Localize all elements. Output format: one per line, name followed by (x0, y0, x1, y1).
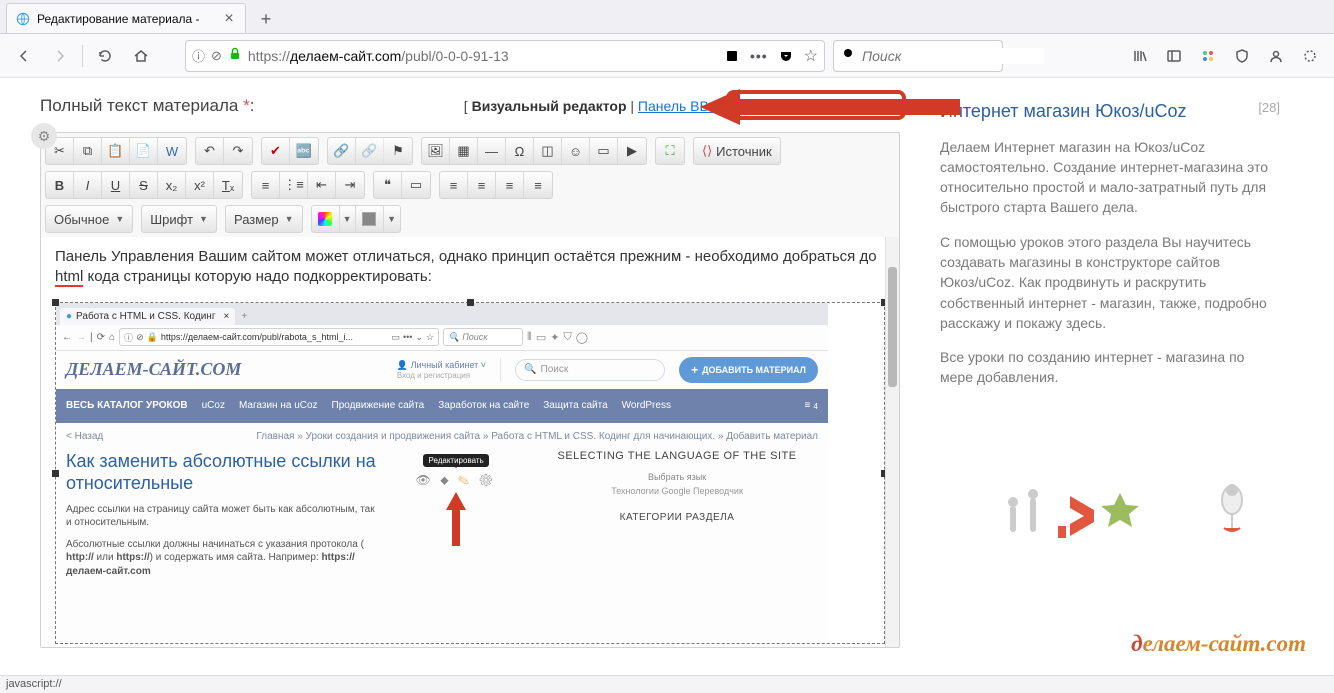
decorative-graphics (940, 418, 1280, 538)
sidebar-icon[interactable] (1158, 40, 1190, 72)
align-justify-icon[interactable]: ≡ (524, 172, 552, 198)
rich-text-editor: ⚙ ✂⧉📋📄W ↶↷ ✔🔤 🔗🔗⚑ 🖼▦—Ω◫☺▭▶ ⛶ ⟨⟩Источник … (40, 132, 900, 648)
size-select[interactable]: Размер▼ (225, 205, 303, 233)
bold-icon[interactable]: B (46, 172, 74, 198)
specialchar-icon[interactable]: Ω (506, 138, 534, 164)
div-icon[interactable]: ▭ (402, 172, 430, 198)
bg-color-caret[interactable]: ▼ (384, 206, 400, 232)
back-button[interactable] (8, 40, 40, 72)
browser-tab-strip: Редактирование материала - × + (0, 0, 1334, 34)
format-select[interactable]: Обычное▼ (45, 205, 133, 233)
smiley-icon[interactable]: ☺ (562, 138, 590, 164)
editor-body[interactable]: Панель Управления Вашим сайтом может отл… (41, 237, 899, 647)
spoiler-icon[interactable]: ▭ (590, 138, 618, 164)
url-text: https://делаем-сайт.com/publ/0-0-0-91-13 (248, 48, 714, 64)
align-right-icon[interactable]: ≡ (496, 172, 524, 198)
copy-icon[interactable]: ⧉ (74, 138, 102, 164)
bookmark-star-icon[interactable]: ☆ (804, 46, 818, 66)
extension-icon-1[interactable] (1192, 40, 1224, 72)
italic-icon[interactable]: I (74, 172, 102, 198)
search-input[interactable] (862, 48, 1044, 64)
home-button[interactable] (125, 40, 157, 72)
editor-header: Полный текст материала *: [ Визуальный р… (40, 96, 900, 116)
strike-icon[interactable]: S (130, 172, 158, 198)
align-left-icon[interactable]: ≡ (440, 172, 468, 198)
status-bar: javascript:// (0, 675, 1334, 693)
video-icon[interactable]: ▶ (618, 138, 646, 164)
page-content: Полный текст материала *: [ Визуальный р… (0, 78, 1334, 675)
superscript-icon[interactable]: x² (186, 172, 214, 198)
unlink-icon[interactable]: 🔗 (356, 138, 384, 164)
underline-icon[interactable]: U (102, 172, 130, 198)
sidebar-text: С помощью уроков этого раздела Вы научит… (940, 232, 1280, 333)
bulletlist-icon[interactable]: ⋮≡ (280, 172, 308, 198)
forward-button[interactable] (44, 40, 76, 72)
info-icon[interactable]: ⓘ (192, 46, 205, 65)
tab-favicon (15, 11, 31, 27)
paste-text-icon[interactable]: 📄 (130, 138, 158, 164)
block-icon[interactable]: ⊘ (211, 48, 222, 64)
library-icon[interactable] (1124, 40, 1156, 72)
source-button[interactable]: ⟨⟩Источник (694, 138, 780, 164)
maximize-icon[interactable]: ⛶ (656, 138, 684, 164)
sidebar-text: Все уроки по созданию интернет - магазин… (940, 347, 1280, 388)
font-select[interactable]: Шрифт▼ (141, 205, 217, 233)
content-paragraph: Панель Управления Вашим сайтом может отл… (55, 247, 885, 288)
extension-icon-2[interactable] (1294, 40, 1326, 72)
tab-visual[interactable]: Визуальный редактор (472, 98, 627, 114)
annotation-arrow-icon (700, 84, 970, 130)
image-icon[interactable]: 🖼 (422, 138, 450, 164)
paste-icon[interactable]: 📋 (102, 138, 130, 164)
bg-color-icon[interactable] (356, 206, 384, 232)
sidebar-text: Делаем Интернет магазин на Юкоз/uCoz сам… (940, 137, 1280, 218)
selected-image-frame[interactable]: ●Работа с HTML и CSS. Кодинг×+ ←→|⟳⌂ ⓘ⊘🔒… (55, 302, 885, 644)
indent-icon[interactable]: ⇥ (336, 172, 364, 198)
watermark-logo: делаем-сайт.com (1131, 631, 1306, 657)
table-icon[interactable]: ▦ (450, 138, 478, 164)
embedded-screenshot: ●Работа с HTML и CSS. Кодинг×+ ←→|⟳⌂ ⓘ⊘🔒… (56, 303, 828, 643)
undo-icon[interactable]: ↶ (196, 138, 224, 164)
align-center-icon[interactable]: ≡ (468, 172, 496, 198)
reload-button[interactable] (89, 40, 121, 72)
spellcheck-icon[interactable]: ✔ (262, 138, 290, 164)
browser-toolbar: ⓘ ⊘ https://делаем-сайт.com/publ/0-0-0-9… (0, 34, 1334, 78)
new-tab-button[interactable]: + (252, 5, 280, 33)
find-replace-icon[interactable]: 🔤 (290, 138, 318, 164)
redo-icon[interactable]: ↷ (224, 138, 252, 164)
editor-scrollbar[interactable] (885, 237, 899, 647)
editor-mode-tabs: [ Визуальный редактор | Панель BB кодов … (464, 98, 900, 114)
hr-icon[interactable]: — (478, 138, 506, 164)
url-bar[interactable]: ⓘ ⊘ https://делаем-сайт.com/publ/0-0-0-9… (185, 40, 825, 72)
removeformat-icon[interactable]: Tₓ (214, 172, 242, 198)
shield-icon[interactable] (1226, 40, 1258, 72)
blockquote-icon[interactable]: ❝ (374, 172, 402, 198)
article-count: [28] (1258, 100, 1280, 115)
editor-title: Полный текст материала *: (40, 96, 254, 116)
subscript-icon[interactable]: x₂ (158, 172, 186, 198)
browser-tab[interactable]: Редактирование материала - × (6, 3, 246, 33)
sidebar-title[interactable]: Интернет магазин Юкоз/uCoz (940, 100, 1280, 123)
text-color-caret[interactable]: ▼ (340, 206, 356, 232)
text-color-icon[interactable] (312, 206, 340, 232)
numlist-icon[interactable]: ≡ (252, 172, 280, 198)
search-icon (842, 47, 856, 64)
account-icon[interactable] (1260, 40, 1292, 72)
paste-word-icon[interactable]: W (158, 138, 186, 164)
iframe-icon[interactable]: ◫ (534, 138, 562, 164)
page-sidebar: [28] Интернет магазин Юкоз/uCoz Делаем И… (900, 96, 1280, 675)
gear-icon[interactable]: ⚙ (31, 123, 57, 149)
link-icon[interactable]: 🔗 (328, 138, 356, 164)
browser-search[interactable] (833, 40, 1003, 72)
pocket-icon[interactable] (774, 44, 798, 68)
tab-title: Редактирование материала - (37, 12, 221, 26)
page-actions-icon[interactable]: ••• (750, 48, 768, 64)
lock-icon (228, 47, 242, 64)
tab-close-icon[interactable]: × (221, 11, 237, 27)
anchor-icon[interactable]: ⚑ (384, 138, 412, 164)
reader-icon[interactable] (720, 44, 744, 68)
outdent-icon[interactable]: ⇤ (308, 172, 336, 198)
annotation-arrow-up-icon (446, 492, 466, 546)
